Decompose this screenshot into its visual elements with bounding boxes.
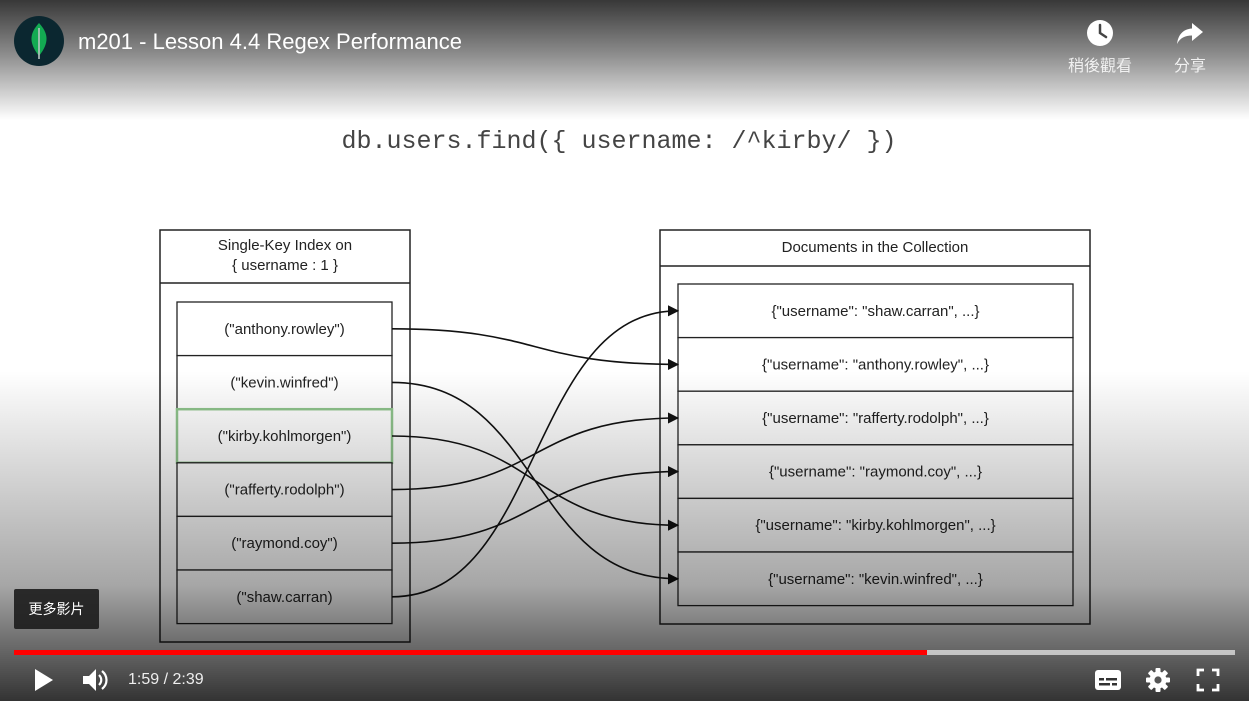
watch-later-button[interactable]: 稍後觀看	[1060, 18, 1140, 76]
settings-button[interactable]	[1140, 662, 1176, 698]
video-title[interactable]: m201 - Lesson 4.4 Regex Performance	[78, 29, 462, 55]
document-entry: {"username": "rafferty.rodolph", ...}	[677, 390, 1074, 446]
connection-arrow	[391, 466, 680, 544]
index-entry: ("kevin.winfred")	[176, 354, 393, 410]
watch-later-label: 稍後觀看	[1067, 58, 1132, 75]
fullscreen-icon	[1196, 668, 1220, 692]
documents-box: Documents in the Collection {"username":…	[659, 229, 1091, 625]
index-box: Single-Key Index on { username : 1 } ("a…	[159, 229, 411, 643]
progress-played	[14, 650, 928, 655]
connection-arrow	[391, 435, 680, 531]
document-entry: {"username": "kirby.kohlmorgen", ...}	[677, 497, 1074, 553]
index-entry: ("anthony.rowley")	[176, 301, 393, 357]
index-entry-label: ("kirby.kohlmorgen")	[218, 428, 352, 445]
time-display: 1:59 / 2:39	[128, 671, 204, 688]
connection-arrow	[391, 305, 680, 598]
volume-icon	[83, 669, 108, 691]
play-button[interactable]	[26, 662, 62, 698]
document-entry-label: {"username": "anthony.rowley", ...}	[762, 356, 989, 373]
share-button[interactable]: 分享	[1150, 18, 1230, 76]
documents-title: Documents in the Collection	[782, 239, 969, 256]
document-entry: {"username": "kevin.winfred", ...}	[677, 551, 1074, 607]
document-entry: {"username": "shaw.carran", ...}	[677, 283, 1074, 339]
index-entry-label: ("raymond.coy")	[231, 535, 338, 552]
document-entry-label: {"username": "rafferty.rodolph", ...}	[762, 410, 989, 427]
index-entry-label: ("kevin.winfred")	[230, 374, 338, 391]
query-text: db.users.find({ username: /^kirby/ })	[341, 127, 896, 156]
index-entry-label: ("rafferty.rodolph")	[224, 482, 344, 499]
volume-button[interactable]	[77, 662, 113, 698]
index-entry: ("shaw.carran)	[176, 569, 393, 625]
document-entry-label: {"username": "kevin.winfred", ...}	[768, 571, 983, 588]
subtitles-button[interactable]	[1090, 662, 1126, 698]
document-entry-label: {"username": "raymond.coy", ...}	[769, 464, 982, 481]
mongodb-leaf-icon[interactable]	[14, 16, 64, 66]
document-entry: {"username": "raymond.coy", ...}	[677, 444, 1074, 500]
connection-arrow	[391, 328, 680, 370]
video-player[interactable]: db.users.find({ username: /^kirby/ }) Si…	[0, 0, 1249, 701]
share-arrow-icon	[1150, 18, 1230, 48]
fullscreen-button[interactable]	[1190, 662, 1226, 698]
index-title-line1: Single-Key Index on	[218, 237, 352, 254]
play-icon	[35, 669, 53, 691]
index-entry-label: ("shaw.carran)	[236, 589, 332, 606]
more-videos-button[interactable]: 更多影片	[14, 589, 99, 629]
index-title-line2: { username : 1 }	[232, 257, 338, 274]
index-entry-label: ("anthony.rowley")	[224, 321, 344, 338]
index-entry: ("kirby.kohlmorgen")	[175, 407, 394, 465]
index-to-document-arrows	[391, 305, 680, 598]
index-entry: ("rafferty.rodolph")	[176, 462, 393, 518]
gear-icon	[1146, 668, 1170, 692]
document-entry-label: {"username": "shaw.carran", ...}	[771, 303, 979, 320]
share-label: 分享	[1173, 58, 1206, 75]
document-entry-label: {"username": "kirby.kohlmorgen", ...}	[755, 517, 995, 534]
subtitles-icon	[1095, 670, 1121, 690]
clock-icon	[1060, 18, 1140, 48]
document-entry: {"username": "anthony.rowley", ...}	[677, 336, 1074, 392]
progress-bar[interactable]	[14, 650, 1235, 655]
index-entry: ("raymond.coy")	[176, 515, 393, 571]
